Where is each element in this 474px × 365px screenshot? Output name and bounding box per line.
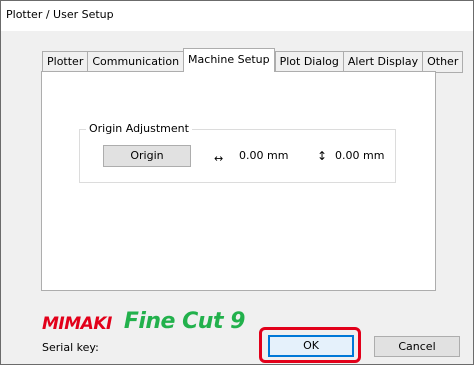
vertical-arrow-icon: ↕ (317, 149, 328, 163)
origin-x-value: 0.00 mm (239, 149, 289, 162)
origin-adjustment-group: Origin Adjustment Origin ↔ 0.00 mm ↕ 0.0… (79, 122, 396, 183)
horizontal-arrow-icon: ↔ (214, 152, 224, 165)
brand-logos: MIMAKI Fine Cut 9 (42, 305, 245, 335)
origin-y-value: 0.00 mm (335, 149, 385, 162)
machine-setup-panel: Origin Adjustment Origin ↔ 0.00 mm ↕ 0.0… (41, 71, 436, 291)
origin-adjustment-label: Origin Adjustment (86, 122, 192, 135)
tab-other[interactable]: Other (422, 51, 464, 73)
window-title: Plotter / User Setup (6, 8, 114, 21)
mimaki-logo: MIMAKI (42, 314, 112, 334)
tab-alert-display[interactable]: Alert Display (342, 51, 423, 73)
tab-bar: Plotter Communication Machine Setup Plot… (42, 48, 464, 73)
tab-machine-setup[interactable]: Machine Setup (183, 48, 275, 72)
tab-plot-dialog[interactable]: Plot Dialog (274, 51, 343, 73)
dialog-window: Plotter / User Setup Plotter Communicati… (0, 0, 474, 365)
cancel-button[interactable]: Cancel (374, 336, 460, 357)
serial-key-label: Serial key: (42, 341, 99, 354)
tab-plotter[interactable]: Plotter (42, 51, 88, 73)
tab-communication[interactable]: Communication (87, 51, 184, 73)
finecut-logo: Fine Cut 9 (123, 309, 246, 334)
ok-highlight-box (259, 327, 361, 363)
title-bar[interactable]: Plotter / User Setup (1, 1, 473, 31)
origin-button[interactable]: Origin (103, 145, 191, 167)
